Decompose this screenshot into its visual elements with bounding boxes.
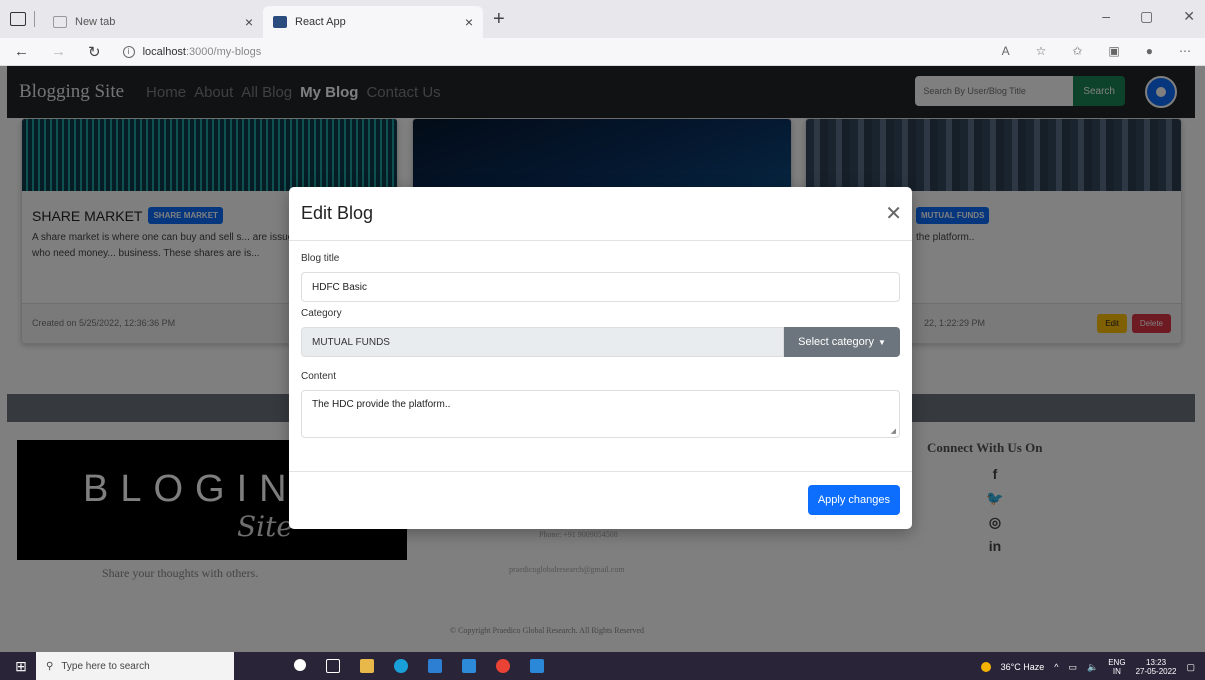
search-icon: ⚲ xyxy=(46,660,54,672)
collections-icon[interactable]: ▣ xyxy=(1108,44,1119,58)
more-icon[interactable]: ⋯ xyxy=(1179,44,1191,58)
profile-icon[interactable]: ● xyxy=(1146,44,1153,58)
content-text: The HDC provide the platform.. xyxy=(312,399,451,410)
tab-label: New tab xyxy=(75,16,116,28)
select-category-label: Select category xyxy=(798,336,874,348)
close-window-icon[interactable]: ✕ xyxy=(1183,8,1195,25)
window-controls: – ▢ ✕ xyxy=(1102,8,1195,25)
category-value: MUTUAL FUNDS xyxy=(301,327,784,357)
url-path: :3000/my-blogs xyxy=(186,45,262,58)
new-tab-button[interactable]: + xyxy=(493,8,505,31)
vscode-icon[interactable] xyxy=(530,659,544,673)
tab-label: React App xyxy=(295,16,346,28)
resize-handle-icon[interactable]: ◢ xyxy=(891,427,896,435)
forward-icon[interactable]: → xyxy=(51,43,66,60)
browser-toolbar-icons: A ☆ ✩ ▣ ● ⋯ xyxy=(1002,44,1191,58)
close-tab-icon[interactable]: × xyxy=(465,14,473,30)
taskbar-apps xyxy=(294,659,544,673)
add-favorite-icon[interactable]: ☆ xyxy=(1036,44,1047,58)
read-aloud-icon[interactable]: A xyxy=(1002,44,1010,58)
tab-react-app[interactable]: React App × xyxy=(263,6,483,38)
close-tab-icon[interactable]: × xyxy=(245,14,253,30)
mail-icon[interactable] xyxy=(462,659,476,673)
divider xyxy=(34,11,35,27)
select-category-button[interactable]: Select category ▼ xyxy=(784,327,900,357)
back-icon[interactable]: ← xyxy=(14,43,29,60)
url-host: localhost xyxy=(142,45,186,58)
lang-text: ENG xyxy=(1108,658,1126,667)
weather-text[interactable]: 36°C Haze xyxy=(1001,662,1045,672)
site-info-icon[interactable]: i xyxy=(122,45,135,58)
region-text: IN xyxy=(1112,667,1121,676)
cortana-icon[interactable] xyxy=(294,659,306,671)
close-icon[interactable]: ✕ xyxy=(885,201,902,226)
os-taskbar: ⊞ ⚲ Type here to search 36°C Haze ^ ▭ 🔈 … xyxy=(0,652,1205,680)
volume-icon[interactable]: 🔈 xyxy=(1087,662,1098,673)
edit-blog-modal: Edit Blog ✕ Blog title Category MUTUAL F… xyxy=(289,187,912,529)
edge-icon[interactable] xyxy=(394,659,408,673)
modal-header: Edit Blog ✕ xyxy=(289,187,912,241)
favorites-icon[interactable]: ✩ xyxy=(1072,44,1082,58)
tab-new-tab[interactable]: New tab × xyxy=(43,6,263,38)
notification-icon[interactable]: ▢ xyxy=(1186,662,1195,673)
task-view-icon[interactable] xyxy=(326,659,340,673)
category-input-group: MUTUAL FUNDS Select category ▼ xyxy=(301,327,900,357)
weather-icon xyxy=(980,662,991,672)
windows-start-icon[interactable]: ⊞ xyxy=(6,658,36,675)
modal-title: Edit Blog xyxy=(301,203,374,223)
network-icon[interactable]: ▭ xyxy=(1068,662,1077,673)
store-icon[interactable] xyxy=(428,659,442,673)
url-field[interactable]: i localhost:3000/my-blogs xyxy=(122,45,262,58)
refresh-icon[interactable]: ↻ xyxy=(88,43,101,61)
taskbar-search[interactable]: ⚲ Type here to search xyxy=(36,652,234,680)
category-label: Category xyxy=(301,308,342,319)
chrome-icon[interactable] xyxy=(496,659,510,673)
clock[interactable]: 13:23 27-05-2022 xyxy=(1136,658,1177,676)
tab-actions-icon[interactable] xyxy=(10,12,26,26)
minimize-icon[interactable]: – xyxy=(1102,8,1110,25)
taskbar-search-text: Type here to search xyxy=(61,660,150,672)
react-app-favicon xyxy=(273,16,287,28)
content-textarea[interactable]: The HDC provide the platform.. ◢ xyxy=(301,390,900,438)
blog-title-input[interactable] xyxy=(301,272,900,302)
language-indicator[interactable]: ENG IN xyxy=(1108,658,1125,676)
file-explorer-icon[interactable] xyxy=(360,659,374,673)
apply-changes-button[interactable]: Apply changes xyxy=(807,485,900,515)
browser-tab-bar: New tab × React App × + – ▢ ✕ xyxy=(0,0,1205,38)
modal-footer: Apply changes xyxy=(289,471,912,529)
date-text: 27-05-2022 xyxy=(1135,667,1177,676)
address-bar: ← → ↻ i localhost:3000/my-blogs A ☆ ✩ ▣ … xyxy=(0,38,1205,66)
modal-body: Blog title Category MUTUAL FUNDS Select … xyxy=(289,241,912,438)
new-tab-icon xyxy=(53,16,67,28)
caret-down-icon: ▼ xyxy=(877,337,886,347)
content-label: Content xyxy=(301,371,337,382)
blog-title-label: Blog title xyxy=(301,253,340,264)
tray-overflow-icon[interactable]: ^ xyxy=(1054,662,1058,672)
maximize-icon[interactable]: ▢ xyxy=(1140,8,1153,25)
system-tray: 36°C Haze ^ ▭ 🔈 ENG IN 13:23 27-05-2022 ▢ xyxy=(980,658,1195,676)
time-text: 13:23 xyxy=(1146,658,1167,667)
